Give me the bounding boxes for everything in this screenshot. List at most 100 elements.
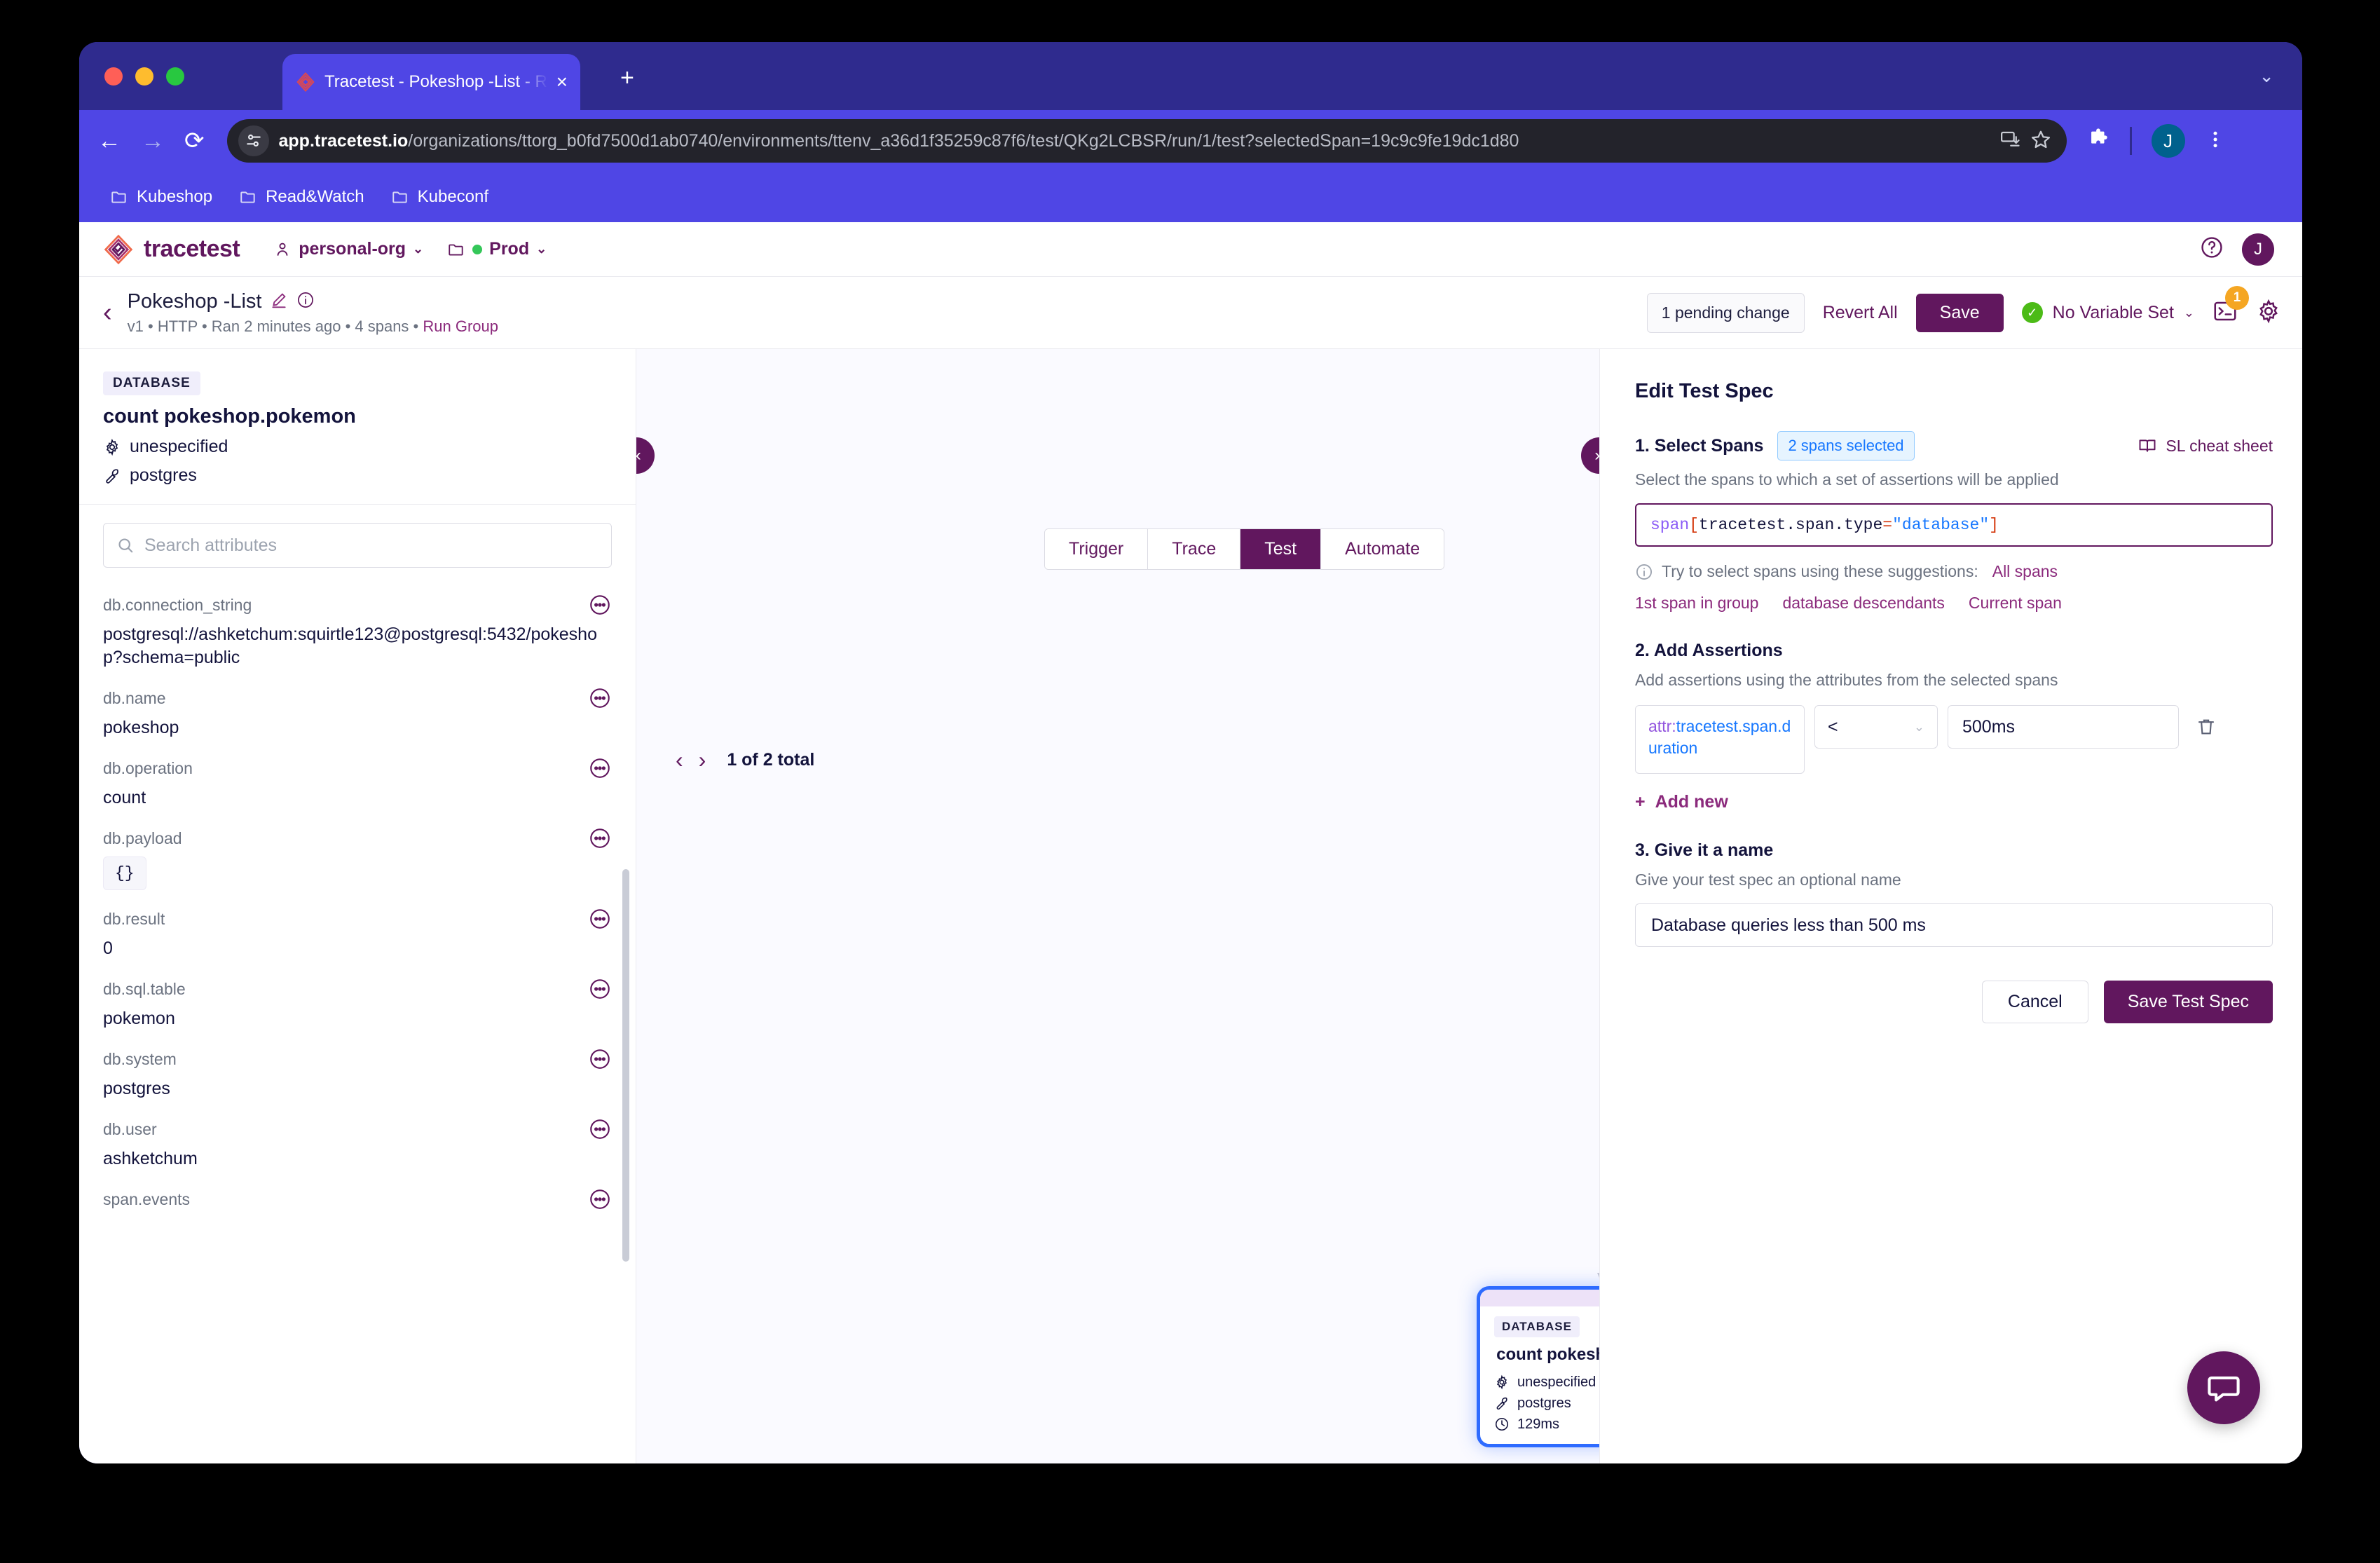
span-system-label: postgres [130,465,197,485]
address-bar[interactable]: app.tracetest.io/organizations/ttorg_b0f… [226,119,2067,163]
attribute-value: pokemon [103,1009,175,1029]
browser-tab[interactable]: Tracetest - Pokeshop -List - R × [282,54,580,110]
tab-trace[interactable]: Trace [1148,529,1241,569]
attribute-row: db.system postgres [103,1037,612,1107]
edit-test-spec-panel: Edit Test Spec 1. Select Spans 2 spans s… [1599,349,2302,1463]
extensions-icon[interactable] [2086,128,2110,155]
revert-all-button[interactable]: Revert All [1823,303,1898,323]
cancel-button[interactable]: Cancel [1981,981,2088,1023]
pager-next-button[interactable]: › [699,749,706,771]
browser-back-button[interactable]: ← [97,129,121,153]
suggestion-all-spans[interactable]: All spans [1992,562,2058,581]
chat-icon [2208,1376,2240,1402]
span-selector-input[interactable]: span[tracetest.span.type = "database"] [1635,503,2273,547]
tab-trigger[interactable]: Trigger [1045,529,1149,569]
search-attributes-wrap [79,505,636,583]
pager-label: 1 of 2 total [727,749,815,770]
help-icon[interactable] [2200,236,2224,263]
bookmark-kubeconf[interactable]: Kubeconf [381,182,498,212]
attribute-row: db.result 0 [103,897,612,967]
chevron-down-icon[interactable]: ⌄ [2259,65,2274,87]
assertion-attribute-prefix: attr: [1648,717,1676,735]
add-new-assertion-button[interactable]: + Add new [1635,792,2273,812]
trace-diagram-panel[interactable]: « » ‹ › 1 of 2 total [636,349,1599,1463]
attribute-more-icon[interactable] [588,686,612,710]
tab-automate[interactable]: Automate [1321,529,1444,569]
collapse-right-panel-button[interactable]: » [1581,437,1599,474]
attribute-list[interactable]: db.connection_string postgresql://ashket… [79,583,636,1463]
spec-name-input[interactable]: Database queries less than 500 ms [1635,903,2273,947]
span-status-label: unespecified [130,437,228,456]
settings-gear-icon[interactable] [2256,299,2281,327]
variable-set-label: No Variable Set [2052,302,2174,322]
cli-command-button[interactable]: 1 [2213,285,2249,327]
edit-test-icon[interactable] [270,291,288,313]
support-chat-button[interactable] [2187,1351,2260,1424]
install-app-icon[interactable] [1999,129,2020,153]
attribute-more-icon[interactable] [588,977,612,1001]
info-icon [1636,564,1652,580]
attribute-more-icon[interactable] [588,1187,612,1211]
close-tab-icon[interactable]: × [556,72,568,92]
suggestion-1st-span-in-group[interactable]: 1st span in group [1635,594,1758,613]
trace-node-count-pokeshop-pokemon[interactable]: DATABASE count pokeshop.pokemon unespeci… [1477,1286,1599,1447]
plus-icon: + [1635,792,1646,812]
browser-menu-icon[interactable] [2205,128,2226,155]
diagram-connectors [1597,1273,1599,1278]
sl-cheat-sheet-link[interactable]: SL cheat sheet [2138,436,2273,456]
bookmark-star-icon[interactable] [2030,129,2051,153]
maximize-window-button[interactable] [166,67,184,86]
attribute-more-icon[interactable] [588,593,612,617]
search-input[interactable] [144,535,599,556]
attribute-list-scrollbar[interactable] [622,869,629,1262]
assertion-attribute-input[interactable]: attr:tracetest.span.duration [1635,705,1805,774]
cli-badge-count: 1 [2225,285,2249,310]
attribute-more-icon[interactable] [588,826,612,850]
minimize-window-button[interactable] [135,67,153,86]
browser-reload-button[interactable]: ⟳ [184,129,205,153]
delete-assertion-icon[interactable] [2196,716,2217,741]
spans-selected-badge[interactable]: 2 spans selected [1777,431,1915,460]
attribute-more-icon[interactable] [588,1047,612,1071]
app-user-avatar[interactable]: J [2242,233,2274,266]
bookmark-read-and-watch[interactable]: Read&Watch [229,182,374,212]
gear-icon [1496,1374,1507,1390]
new-tab-button[interactable]: + [620,66,634,90]
test-info-icon[interactable] [296,291,315,313]
close-window-button[interactable] [104,67,123,86]
assertion-value-input[interactable]: 500ms [1948,705,2179,749]
browser-forward-button[interactable]: → [141,129,165,153]
attribute-row: db.user ashketchum [103,1107,612,1178]
attribute-more-icon[interactable] [588,1117,612,1141]
attribute-more-icon[interactable] [588,756,612,780]
organization-selector[interactable]: personal-org ⌄ [273,239,423,259]
back-to-tests-button[interactable]: ‹ [103,299,112,326]
suggestion-database-descendants[interactable]: database descendants [1782,594,1944,613]
pager-prev-button[interactable]: ‹ [676,749,683,771]
site-settings-icon[interactable] [238,125,269,156]
save-test-spec-button[interactable]: Save Test Spec [2103,981,2273,1023]
browser-profile-avatar[interactable]: J [2151,124,2185,158]
selector-attribute: tracetest.span.type [1699,516,1883,534]
brand-name: tracetest [144,236,240,262]
attribute-more-icon[interactable] [588,907,612,931]
step-1-header: 1. Select Spans 2 spans selected SL chea… [1635,431,2273,460]
pending-changes-badge[interactable]: 1 pending change [1646,292,1805,333]
search-icon [118,538,133,553]
tracetest-logo[interactable]: tracetest [103,234,240,265]
variable-set-selector[interactable]: ✓ No Variable Set ⌄ [2021,302,2194,323]
collapse-left-panel-button[interactable]: « [636,437,655,474]
test-header-actions: 1 pending change Revert All Save ✓ No Va… [1646,285,2281,333]
node-type-chip: DATABASE [1494,1316,1580,1337]
suggestion-current-span[interactable]: Current span [1969,594,2062,613]
chevron-down-icon: ⌄ [2183,305,2194,320]
assertion-operator-select[interactable]: < ⌄ [1814,705,1938,749]
environment-selector[interactable]: Prod ⌄ [447,239,547,259]
bookmark-kubeshop[interactable]: Kubeshop [100,182,222,212]
run-group-link[interactable]: Run Group [423,318,498,335]
tab-test[interactable]: Test [1240,529,1322,569]
test-header: ‹ Pokeshop -List v1 • HTTP • Ran 2 minut… [79,277,2302,349]
bookmark-label: Kubeshop [137,187,213,206]
save-button[interactable]: Save [1915,293,2004,332]
search-attributes-box[interactable] [103,523,612,568]
